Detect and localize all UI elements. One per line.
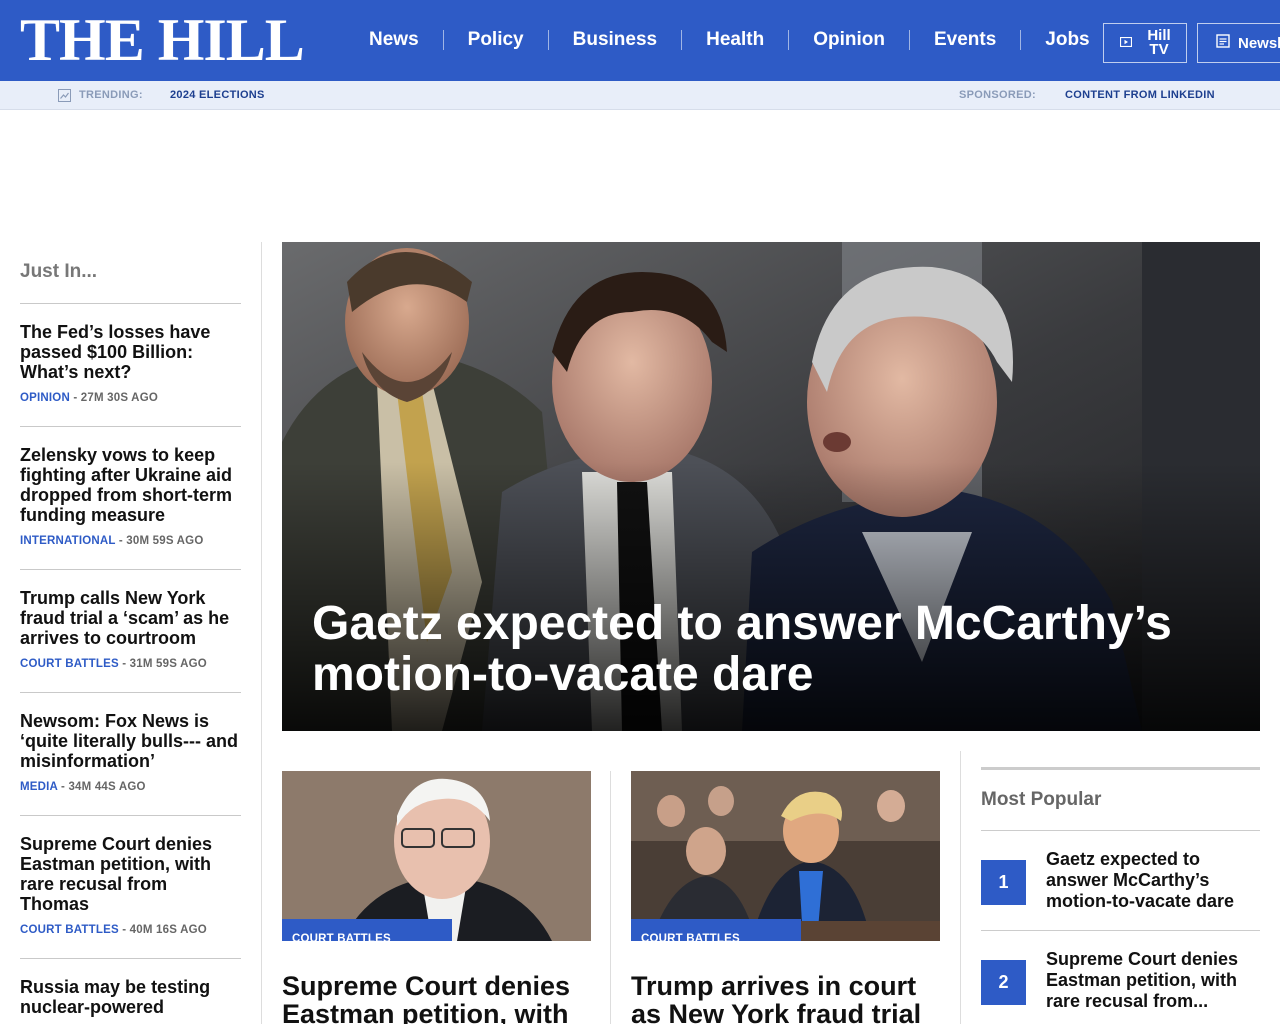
trending-bar: TRENDING: 2024 ELECTIONS SPONSORED: CONT… [0,81,1280,110]
column-divider [261,242,262,1024]
newspaper-icon [1216,33,1230,53]
nav-opinion[interactable]: Opinion [789,22,909,58]
just-in-time: - 40M 16S AGO [118,924,207,936]
hill-tv-label: Hill TV [1147,27,1171,58]
trending-icon [58,89,71,105]
story-image[interactable]: COURT BATTLES [631,771,940,941]
popular-headline[interactable]: Gaetz expected to answer McCarthy’s moti… [1046,849,1260,912]
just-in-category[interactable]: COURT BATTLES [20,924,119,936]
column-divider [610,771,611,1024]
nav-health[interactable]: Health [682,22,788,58]
just-in-headline[interactable]: Newsom: Fox News is ‘quite literally bul… [20,711,241,771]
most-popular-title: Most Popular [981,770,1260,831]
just-in-item[interactable]: The Fed’s losses have passed $100 Billio… [20,304,241,427]
just-in-meta: COURT BATTLES - 31M 59S AGO [20,658,241,670]
sponsored-label: SPONSORED: [959,89,1036,101]
hero-story[interactable]: Gaetz expected to answer McCarthy’s moti… [282,242,1260,731]
eastman-photo [282,771,591,941]
popular-item[interactable]: 2 Supreme Court denies Eastman petition,… [981,931,1260,1024]
just-in-item[interactable]: Trump calls New York fraud trial a ‘scam… [20,570,241,693]
just-in-meta: OPINION - 27M 30S AGO [20,392,241,404]
nav-jobs[interactable]: Jobs [1021,22,1113,58]
play-icon [1119,34,1133,52]
site-logo[interactable]: THE HILL [20,8,305,72]
main-nav: News Policy Business Health Opinion Even… [345,22,1114,58]
popular-rank: 2 [981,960,1026,1005]
nav-business[interactable]: Business [549,22,681,58]
just-in-category[interactable]: OPINION [20,392,70,404]
just-in-headline[interactable]: Russia may be testing nuclear-powered [20,977,241,1017]
just-in-meta: INTERNATIONAL - 30M 59S AGO [20,535,241,547]
popular-item[interactable]: 1 Gaetz expected to answer McCarthy’s mo… [981,831,1260,931]
hero-headline[interactable]: Gaetz expected to answer McCarthy’s moti… [312,598,1242,700]
popular-headline[interactable]: Supreme Court denies Eastman petition, w… [1046,949,1260,1012]
just-in-time: - 27M 30S AGO [69,392,158,404]
popular-rank: 1 [981,860,1026,905]
story-category-tag[interactable]: COURT BATTLES [282,919,452,941]
just-in-category[interactable]: MEDIA [20,781,58,793]
newsletters-label: Newsletters [1238,34,1280,52]
sponsored-link[interactable]: CONTENT FROM LINKEDIN [1065,89,1215,101]
just-in-time: - 30M 59S AGO [115,535,204,547]
just-in-title: Just In... [20,242,241,304]
just-in-meta: MEDIA - 34M 44S AGO [20,781,241,793]
just-in-meta: COURT BATTLES - 40M 16S AGO [20,924,241,936]
just-in-item[interactable]: Supreme Court denies Eastman petition, w… [20,816,241,959]
just-in-item[interactable]: Zelensky vows to keep fighting after Ukr… [20,427,241,570]
just-in-time: - 31M 59S AGO [118,658,207,670]
just-in-category[interactable]: INTERNATIONAL [20,535,115,547]
just-in-headline[interactable]: Supreme Court denies Eastman petition, w… [20,834,241,914]
courtroom-photo [631,771,940,941]
just-in-column: Just In... The Fed’s losses have passed … [20,242,241,1024]
story-card[interactable]: COURT BATTLES Trump arrives in court as … [631,771,940,1024]
just-in-item[interactable]: Russia may be testing nuclear-powered [20,959,241,1024]
story-category-tag[interactable]: COURT BATTLES [631,919,801,941]
nav-policy[interactable]: Policy [444,22,548,58]
just-in-headline[interactable]: Zelensky vows to keep fighting after Ukr… [20,445,241,525]
nav-events[interactable]: Events [910,22,1020,58]
trending-link[interactable]: 2024 ELECTIONS [170,89,265,101]
just-in-time: - 34M 44S AGO [57,781,146,793]
story-headline[interactable]: Supreme Court denies Eastman petition, w… [282,972,591,1024]
just-in-headline[interactable]: The Fed’s losses have passed $100 Billio… [20,322,241,382]
just-in-item[interactable]: Newsom: Fox News is ‘quite literally bul… [20,693,241,816]
story-headline[interactable]: Trump arrives in court as New York fraud… [631,972,940,1024]
nav-news[interactable]: News [345,22,443,58]
just-in-headline[interactable]: Trump calls New York fraud trial a ‘scam… [20,588,241,648]
story-image[interactable]: COURT BATTLES [282,771,591,941]
just-in-category[interactable]: COURT BATTLES [20,658,119,670]
most-popular: Most Popular 1 Gaetz expected to answer … [981,767,1260,1024]
site-header: THE HILL News Policy Business Health Opi… [0,0,1280,81]
column-divider [960,751,961,1024]
trending-label: TRENDING: [79,89,143,101]
hill-tv-button[interactable]: Hill TV [1103,23,1187,63]
story-card[interactable]: COURT BATTLES Supreme Court denies Eastm… [282,771,591,1024]
newsletters-button[interactable]: Newsletters [1197,23,1280,63]
